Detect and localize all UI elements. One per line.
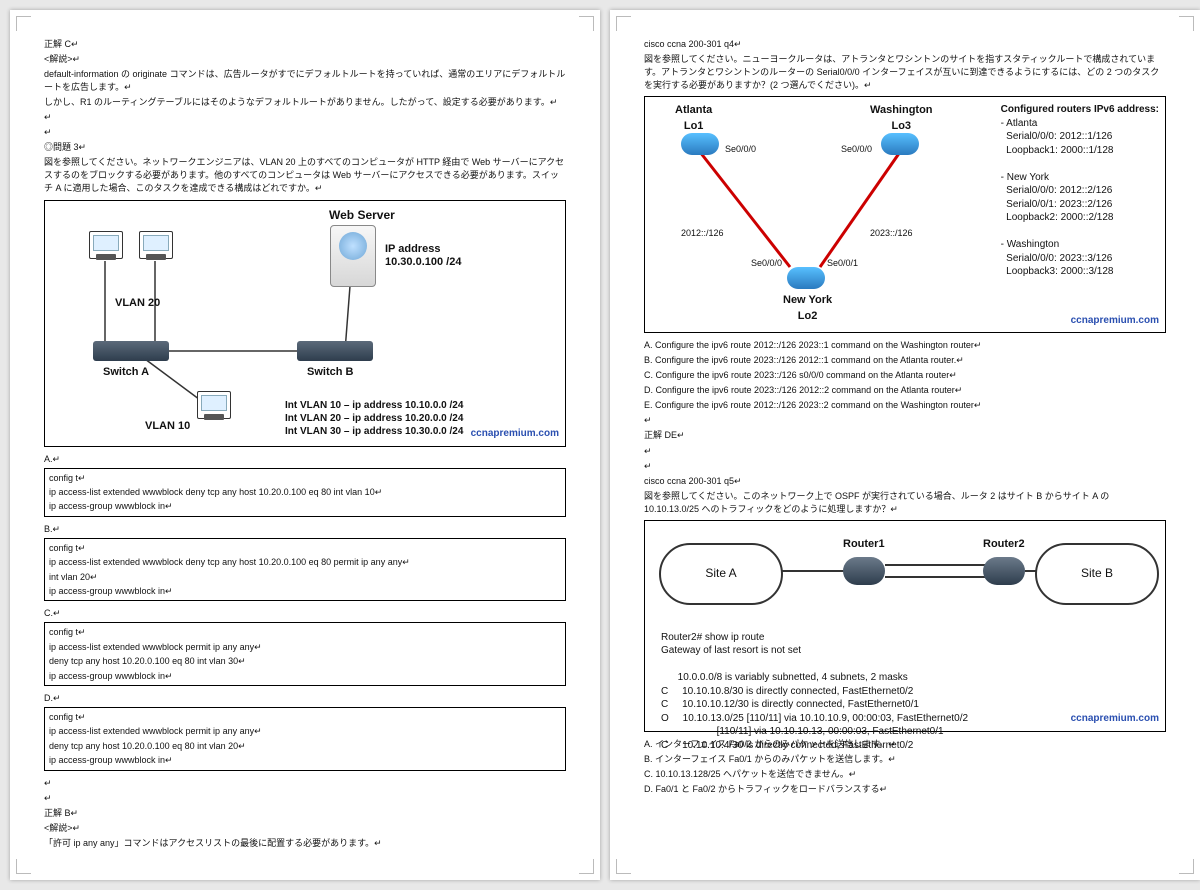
port-label: Se0/0/0 [841,143,872,156]
explain-header: <解説>↵ [44,822,566,835]
router-newyork-icon [787,267,825,289]
answer-line: 正解 B↵ [44,807,566,820]
question-text: 図を参照してください。ニューヨークルータは、アトランタとワシントンのサイトを指す… [644,53,1166,92]
config-box-a: config t↵ ip access-list extended wwwblo… [44,468,566,517]
question-header: ◎問題 3↵ [44,141,566,154]
option-label: A.↵ [44,453,566,466]
option-a: A. Configure the ipv6 route 2012::/126 2… [644,339,1166,352]
router-atlanta-icon [681,133,719,155]
switch-b-label: Switch B [307,365,353,381]
explain-header: <解説>↵ [44,53,566,66]
blank-line: ↵ [644,445,1166,458]
ospf-diagram: Site A Router1 Router2 Site B Router2# s… [644,520,1166,732]
vlan10-label: VLAN 10 [145,419,190,435]
blank-line: ↵ [44,792,566,805]
explain-text: default-information の originate コマンドは、広告… [44,68,566,94]
option-label: B.↵ [44,523,566,536]
network-diagram-vlan: Web Server IP address 10.30.0.100 /24 VL… [44,200,566,447]
option-e: E. Configure the ipv6 route 2012::/126 2… [644,399,1166,412]
pc-icon [197,391,231,419]
watermark: ccnapremium.com [1071,712,1159,727]
config-box-d: config t↵ ip access-list extended wwwblo… [44,707,566,771]
switch-a-icon [93,341,169,361]
option-b: B. インターフェイス Fa0/1 からのみパケットを送信します。↵ [644,753,1166,766]
answer-line: 正解 DE↵ [644,429,1166,442]
crop-mark [616,859,631,874]
option-d: D. Configure the ipv6 route 2023::/126 2… [644,384,1166,397]
crop-mark [579,16,594,31]
router-washington-icon [881,133,919,155]
switch-b-icon [297,341,373,361]
interface-list: Int VLAN 10 – ip address 10.10.0.0 /24 I… [285,399,463,438]
blank-line: ↵ [44,126,566,139]
page-right: cisco ccna 200-301 q4↵ 図を参照してください。ニューヨーク… [610,10,1200,880]
blank-line: ↵ [644,414,1166,427]
blank-line: ↵ [44,777,566,790]
webserver-label: Web Server [329,207,395,224]
answer-line: 正解 C↵ [44,38,566,51]
router1-icon [843,557,885,585]
routing-table-output: Router2# show ip route Gateway of last r… [661,631,1149,753]
atlanta-label: AtlantaLo1 [675,103,712,135]
router2-icon [983,557,1025,585]
explain-text: しかし、R1 のルーティングテーブルにはそのようなデフォルトルートがありません。… [44,96,566,109]
crop-mark [16,16,31,31]
crop-mark [1179,859,1194,874]
blank-line: ↵ [44,111,566,124]
question-id: cisco ccna 200-301 q5↵ [644,475,1166,488]
pc-icon [139,231,173,259]
option-d: D. Fa0/1 と Fa0/2 からトラフィックをロードバランスする↵ [644,783,1166,796]
port-label: Se0/0/0 [725,143,756,156]
site-a-cloud: Site A [659,543,783,605]
webserver-icon [330,225,376,287]
crop-mark [579,859,594,874]
crop-mark [16,859,31,874]
port-label: Se0/0/1 [827,257,858,270]
cfg-lines: - Atlanta Serial0/0/0: 2012::1/126 Loopb… [1001,117,1159,279]
vlan20-label: VLAN 20 [115,296,160,312]
blank-line: ↵ [644,460,1166,473]
port-label: Se0/0/0 [751,257,782,270]
ip-address-label: IP address 10.30.0.100 /24 [385,243,461,269]
newyork-label: New YorkLo2 [783,293,832,325]
router1-label: Router1 [843,537,885,553]
crop-mark [1179,16,1194,31]
question-id: cisco ccna 200-301 q4↵ [644,38,1166,51]
watermark: ccnapremium.com [471,427,559,442]
router2-label: Router2 [983,537,1025,553]
option-label: C.↵ [44,607,566,620]
config-box-c: config t↵ ip access-list extended wwwblo… [44,622,566,686]
net-label: 2012::/126 [681,227,724,240]
net-label: 2023::/126 [870,227,913,240]
option-b: B. Configure the ipv6 route 2023::/126 2… [644,354,1166,367]
option-label: D.↵ [44,692,566,705]
page-spread: 正解 C↵ <解説>↵ default-information の origin… [0,0,1200,890]
ipv6-config-text: Configured routers IPv6 address: - Atlan… [1001,103,1159,279]
option-c: C. Configure the ipv6 route 2023::/126 s… [644,369,1166,382]
ipv6-topology-diagram: AtlantaLo1 Se0/0/0 WashingtonLo3 Se0/0/0… [644,96,1166,333]
site-b-cloud: Site B [1035,543,1159,605]
option-c: C. 10.10.13.128/25 へパケットを送信できません。↵ [644,768,1166,781]
explain-text: 「許可 ip any any」コマンドはアクセスリストの最後に配置する必要があり… [44,837,566,850]
washington-label: WashingtonLo3 [870,103,933,135]
question-text: 図を参照してください。ネットワークエンジニアは、VLAN 20 上のすべてのコン… [44,156,566,195]
question-text: 図を参照してください。このネットワーク上で OSPF が実行されている場合、ルー… [644,490,1166,516]
watermark: ccnapremium.com [1071,314,1159,329]
crop-mark [616,16,631,31]
config-box-b: config t↵ ip access-list extended wwwblo… [44,538,566,602]
pc-icon [89,231,123,259]
switch-a-label: Switch A [103,365,149,381]
page-left: 正解 C↵ <解説>↵ default-information の origin… [10,10,600,880]
